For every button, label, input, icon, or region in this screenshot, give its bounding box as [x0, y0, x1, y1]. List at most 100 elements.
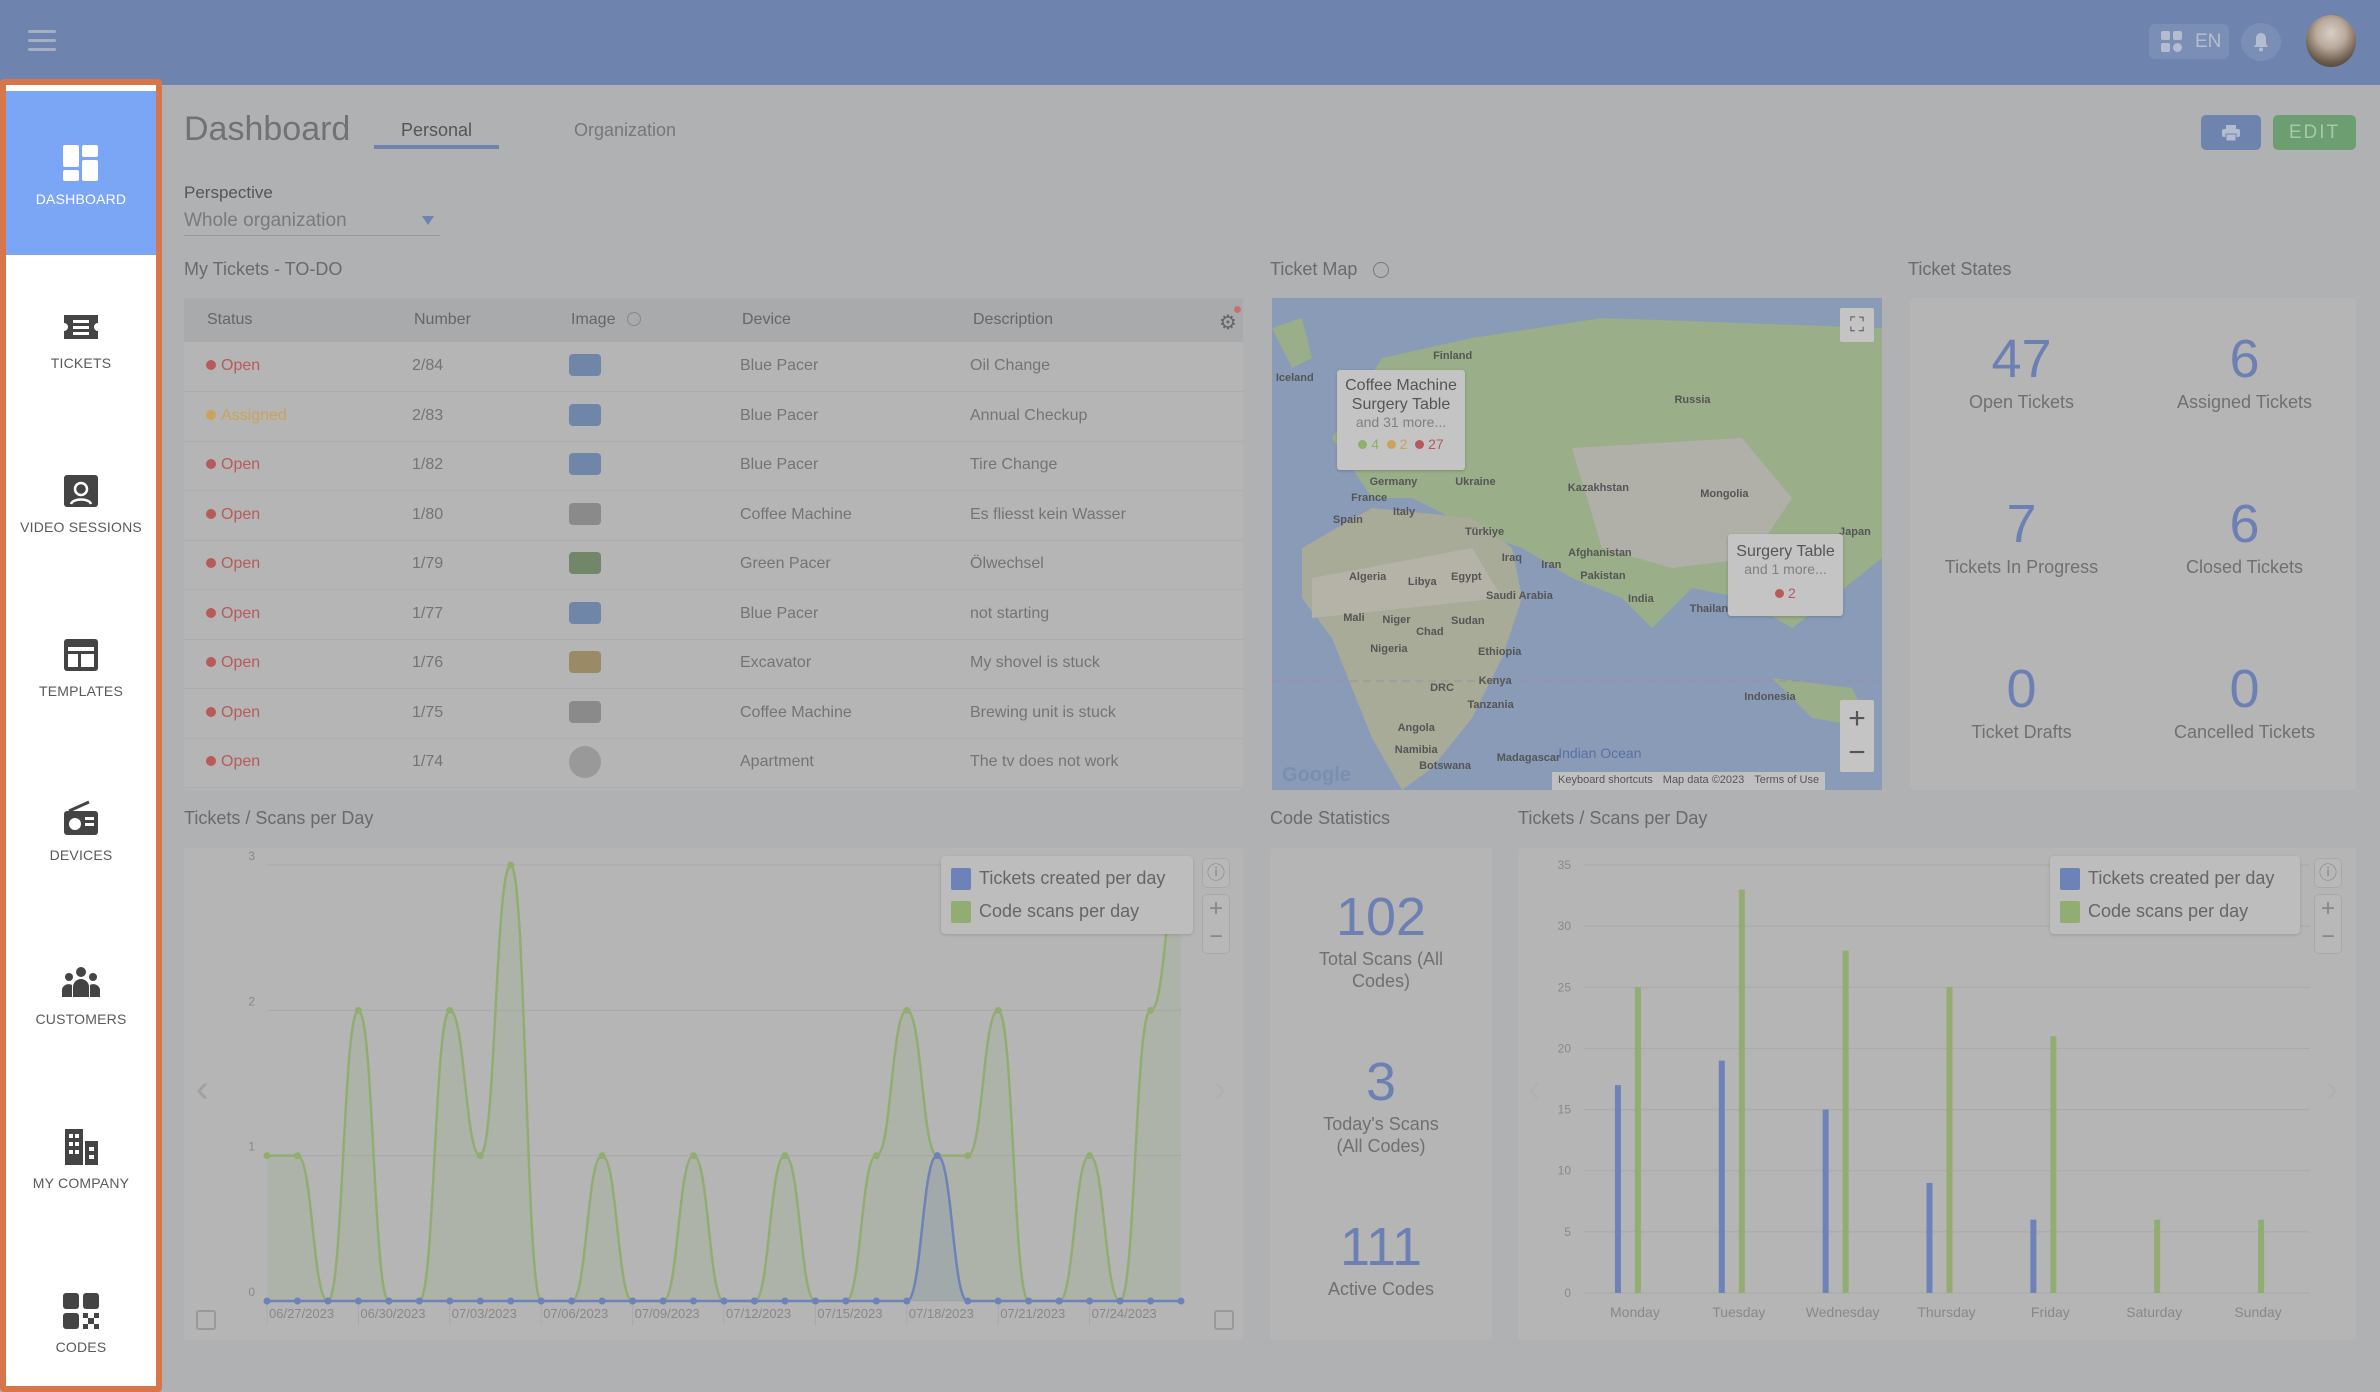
data-point[interactable] [933, 1152, 941, 1160]
data-point[interactable] [903, 1297, 911, 1305]
data-point[interactable] [598, 1297, 606, 1305]
tab-organization[interactable]: Organization [574, 120, 676, 141]
zoom-in-icon[interactable]: + [2315, 895, 2341, 923]
data-point[interactable] [903, 1006, 911, 1014]
data-point[interactable] [750, 1297, 758, 1305]
sidebar-item-video-sessions[interactable]: VIDEO SESSIONS [6, 419, 156, 583]
map-zoom-control[interactable]: + − [1840, 700, 1874, 772]
table-row[interactable]: Open 1/79 Green Pacer Ölwechsel [184, 540, 1243, 590]
data-point[interactable] [385, 1297, 393, 1305]
data-point[interactable] [964, 1152, 972, 1160]
data-point[interactable] [1025, 1297, 1033, 1305]
data-point[interactable] [781, 1297, 789, 1305]
bar[interactable] [1718, 1060, 1725, 1293]
print-button[interactable] [2201, 115, 2261, 150]
bar[interactable] [2154, 1219, 2161, 1293]
data-point[interactable] [1116, 1297, 1124, 1305]
info-icon[interactable]: ⓘ [2314, 858, 2342, 888]
avatar[interactable] [2306, 15, 2356, 67]
data-point[interactable] [811, 1297, 819, 1305]
bar[interactable] [2258, 1219, 2265, 1293]
calendar-icon[interactable] [196, 1310, 216, 1330]
keyboard-shortcuts-link[interactable]: Keyboard shortcuts [1558, 774, 1653, 788]
data-point[interactable] [263, 1152, 271, 1160]
terms-link[interactable]: Terms of Use [1754, 774, 1819, 788]
data-point[interactable] [446, 1006, 454, 1014]
ticket-state-stat[interactable]: 0 Cancelled Tickets [2133, 658, 2356, 743]
data-point[interactable] [720, 1297, 728, 1305]
sidebar-item-templates[interactable]: TEMPLATES [6, 583, 156, 747]
bar[interactable] [1842, 950, 1849, 1293]
sidebar-item-my-company[interactable]: MY COMPANY [6, 1075, 156, 1239]
info-icon[interactable]: ⓘ [1202, 858, 1230, 888]
bar[interactable] [2050, 1036, 2057, 1293]
language-button[interactable]: EN [2149, 24, 2229, 59]
data-point[interactable] [415, 1297, 423, 1305]
data-point[interactable] [476, 1297, 484, 1305]
sidebar-item-codes[interactable]: CODES [6, 1239, 156, 1386]
table-row[interactable]: Open 2/84 Blue Pacer Oil Change [184, 342, 1243, 392]
ticket-state-stat[interactable]: 47 Open Tickets [1910, 328, 2133, 413]
fullscreen-icon[interactable]: ⛶ [1840, 308, 1874, 342]
bar[interactable] [1614, 1085, 1621, 1293]
table-row[interactable]: Open 1/74 Apartment The tv does not work [184, 738, 1243, 788]
chevron-right-icon[interactable]: › [1214, 1068, 1227, 1111]
ticket-state-stat[interactable]: 7 Tickets In Progress [1910, 493, 2133, 578]
data-point[interactable] [293, 1152, 301, 1160]
bar[interactable] [1926, 1182, 1933, 1293]
data-point[interactable] [781, 1152, 789, 1160]
ticket-state-stat[interactable]: 6 Closed Tickets [2133, 493, 2356, 578]
perspective-select[interactable]: Whole organization [184, 210, 440, 236]
data-point[interactable] [354, 1297, 362, 1305]
data-point[interactable] [1147, 1006, 1155, 1014]
chevron-left-icon[interactable]: ‹ [1528, 1068, 1541, 1111]
bar[interactable] [2030, 1219, 2037, 1293]
data-point[interactable] [1147, 1297, 1155, 1305]
ticket-state-stat[interactable]: 6 Assigned Tickets [2133, 328, 2356, 413]
data-point[interactable] [964, 1297, 972, 1305]
map-cluster-popup[interactable]: Coffee Machine Surgery Table and 31 more… [1337, 370, 1465, 470]
map-cluster-popup[interactable]: Surgery Table and 1 more... 2 [1728, 534, 1843, 616]
data-point[interactable] [872, 1152, 880, 1160]
table-row[interactable]: Assigned 2/83 Blue Pacer Annual Checkup [184, 392, 1243, 442]
legend-item-scans[interactable]: Code scans per day [951, 895, 1183, 928]
data-point[interactable] [994, 1297, 1002, 1305]
zoom-out-icon[interactable]: − [2315, 923, 2341, 951]
bar[interactable] [1634, 987, 1641, 1293]
data-point[interactable] [690, 1297, 698, 1305]
data-point[interactable] [537, 1297, 545, 1305]
data-point[interactable] [1086, 1152, 1094, 1160]
bar[interactable] [1946, 987, 1953, 1293]
data-point[interactable] [1177, 1297, 1185, 1305]
chevron-left-icon[interactable]: ‹ [196, 1068, 209, 1111]
legend-item-tickets[interactable]: Tickets created per day [2060, 862, 2290, 895]
data-point[interactable] [354, 1006, 362, 1014]
menu-icon[interactable] [28, 30, 56, 52]
zoom-in-icon[interactable]: + [1203, 895, 1229, 923]
data-point[interactable] [568, 1297, 576, 1305]
gear-icon[interactable]: ⚙ [1219, 310, 1237, 335]
table-row[interactable]: Open 1/76 Excavator My shovel is stuck [184, 639, 1243, 689]
data-point[interactable] [690, 1152, 698, 1160]
data-point[interactable] [598, 1152, 606, 1160]
ticket-map[interactable]: Iceland Finland Russia Kazakhstan Mongolia Ge… [1272, 298, 1882, 790]
bell-icon[interactable] [2241, 23, 2281, 61]
sidebar-item-dashboard[interactable]: DASHBOARD [6, 91, 156, 255]
zoom-in-icon[interactable]: + [1848, 702, 1866, 736]
data-point[interactable] [507, 1297, 515, 1305]
info-icon[interactable] [627, 312, 641, 326]
table-row[interactable]: Open 1/80 Coffee Machine Es fliesst kein Wa… [184, 491, 1243, 541]
zoom-out-icon[interactable]: − [1203, 923, 1229, 951]
data-point[interactable] [1055, 1297, 1063, 1305]
legend-item-tickets[interactable]: Tickets created per day [951, 862, 1183, 895]
calendar-icon[interactable] [1214, 1310, 1234, 1330]
data-point[interactable] [324, 1297, 332, 1305]
data-point[interactable] [994, 1006, 1002, 1014]
zoom-out-icon[interactable]: − [1848, 736, 1866, 770]
data-point[interactable] [293, 1297, 301, 1305]
info-icon[interactable] [1373, 262, 1389, 278]
data-point[interactable] [1086, 1297, 1094, 1305]
tab-personal[interactable]: Personal [374, 120, 499, 149]
chevron-right-icon[interactable]: › [2326, 1068, 2339, 1111]
data-point[interactable] [476, 1152, 484, 1160]
